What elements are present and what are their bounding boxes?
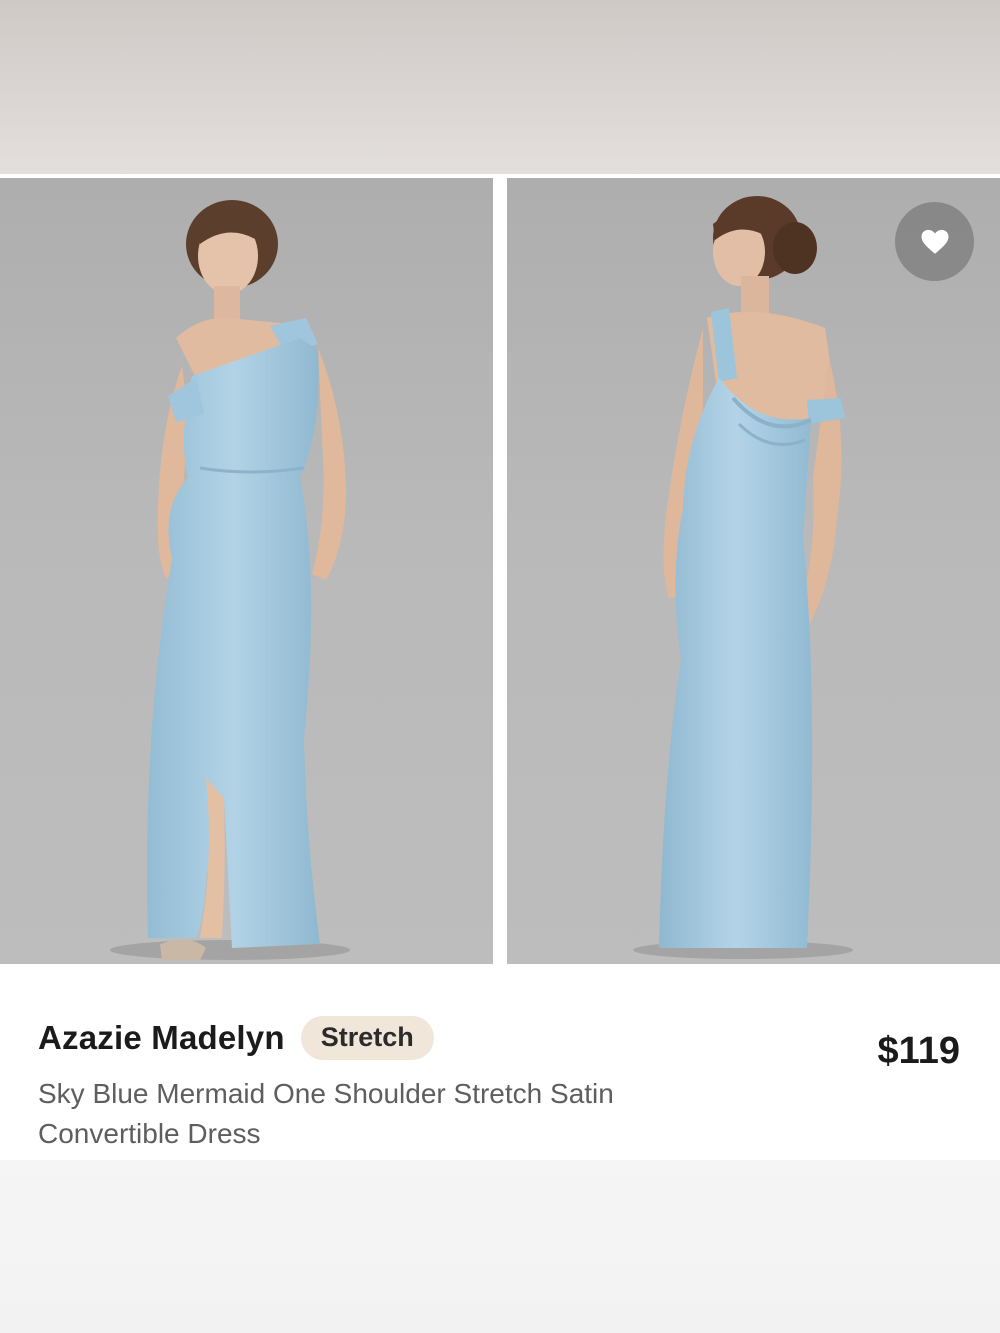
- product-name[interactable]: Azazie Madelyn: [38, 1019, 285, 1057]
- blurred-previous-item: [0, 0, 1000, 174]
- title-row: Azazie Madelyn Stretch: [38, 1016, 434, 1060]
- heart-icon: [921, 229, 948, 254]
- product-image-front[interactable]: [0, 178, 493, 964]
- favorite-button[interactable]: [895, 202, 974, 281]
- model-back-illustration: [633, 196, 853, 959]
- product-image-back[interactable]: [507, 178, 1000, 964]
- product-description[interactable]: Sky Blue Mermaid One Shoulder Stretch Sa…: [38, 1074, 758, 1154]
- blurred-next-item: [0, 1160, 1000, 1333]
- stretch-badge: Stretch: [300, 1016, 434, 1060]
- product-info[interactable]: Azazie Madelyn Stretch $119 Sky Blue Mer…: [0, 964, 1000, 1160]
- product-price: $119: [877, 1030, 960, 1072]
- model-front-illustration: [110, 200, 350, 960]
